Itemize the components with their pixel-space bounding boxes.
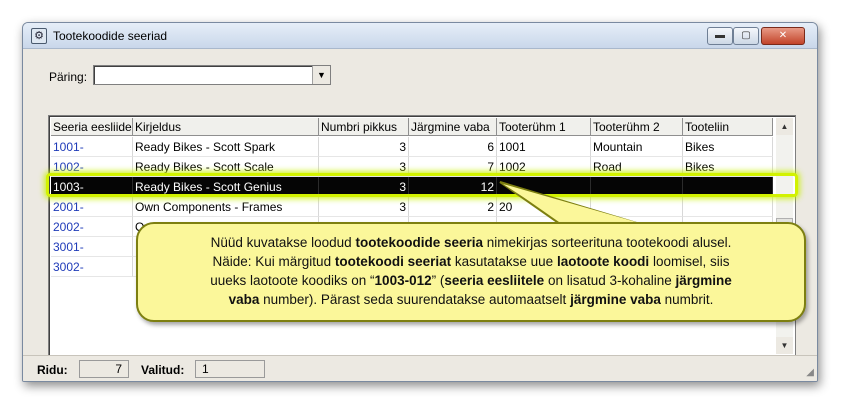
window-title: Tootekoodide seeriad bbox=[53, 29, 168, 43]
table-row-selected[interactable]: 1003- Ready Bikes - Scott Genius 3 12 bbox=[51, 177, 777, 197]
callout-line-2: Näide: Kui märgitud tootekoodi seeriat k… bbox=[212, 254, 730, 269]
cell-product-line[interactable] bbox=[683, 197, 773, 217]
cell-description[interactable]: Own Components - Frames bbox=[133, 197, 319, 217]
cell-next-free[interactable]: 6 bbox=[409, 137, 497, 157]
close-button[interactable]: ✕ bbox=[761, 27, 805, 45]
cell-product-line[interactable] bbox=[683, 177, 773, 197]
selected-count-label: Valitud: bbox=[141, 363, 185, 377]
scroll-up-icon[interactable]: ▲ bbox=[776, 118, 793, 135]
cell-group1[interactable]: 1001 bbox=[497, 137, 591, 157]
col-header-next-free[interactable]: Järgmine vaba bbox=[409, 118, 497, 136]
resize-grip-icon[interactable]: ◢ bbox=[806, 367, 814, 378]
cell-prefix[interactable]: 3002- bbox=[51, 257, 133, 277]
rows-count-label: Ridu: bbox=[37, 363, 68, 377]
col-header-prefix[interactable]: Seeria eesliide bbox=[51, 118, 133, 136]
rows-count-value: 7 bbox=[79, 360, 129, 378]
cell-group1[interactable] bbox=[497, 177, 591, 197]
cell-group2[interactable]: Mountain bbox=[591, 137, 683, 157]
maximize-button[interactable]: ▢ bbox=[733, 27, 759, 45]
callout-line-1: Nüüd kuvatakse loodud tootekoodide seeri… bbox=[210, 235, 732, 250]
cell-group2[interactable] bbox=[591, 177, 683, 197]
cell-number-length[interactable]: 3 bbox=[319, 177, 409, 197]
cell-product-line[interactable]: Bikes bbox=[683, 157, 773, 177]
cell-prefix[interactable]: 1001- bbox=[51, 137, 133, 157]
cell-prefix[interactable]: 1003- bbox=[51, 177, 133, 197]
cell-number-length[interactable]: 3 bbox=[319, 197, 409, 217]
cell-group2[interactable] bbox=[591, 197, 683, 217]
table-row[interactable]: 2001- Own Components - Frames 3 2 20 bbox=[51, 197, 777, 217]
cell-next-free[interactable]: 7 bbox=[409, 157, 497, 177]
main-window: ⚙ Tootekoodide seeriad ▬ ▢ ✕ Päring: ▼ S… bbox=[22, 22, 818, 382]
app-icon: ⚙ bbox=[31, 28, 47, 44]
col-header-product-line[interactable]: Tooteliin bbox=[683, 118, 773, 136]
cell-number-length[interactable]: 3 bbox=[319, 157, 409, 177]
callout-line-3: uueks laotoote koodiks on “1003-012” (se… bbox=[210, 273, 732, 288]
chevron-down-icon[interactable]: ▼ bbox=[312, 66, 330, 84]
cell-group2[interactable]: Road bbox=[591, 157, 683, 177]
col-header-group1[interactable]: Tooterühm 1 bbox=[497, 118, 591, 136]
info-callout: Nüüd kuvatakse loodud tootekoodide seeri… bbox=[136, 222, 806, 322]
table-row[interactable]: 1001- Ready Bikes - Scott Spark 3 6 1001 Moun… bbox=[51, 137, 777, 157]
cell-next-free[interactable]: 12 bbox=[409, 177, 497, 197]
query-label: Päring: bbox=[49, 70, 88, 84]
cell-description[interactable]: Ready Bikes - Scott Genius bbox=[133, 177, 319, 197]
cell-product-line[interactable]: Bikes bbox=[683, 137, 773, 157]
cell-group1[interactable]: 20 bbox=[497, 197, 591, 217]
cell-next-free[interactable]: 2 bbox=[409, 197, 497, 217]
cell-prefix[interactable]: 2001- bbox=[51, 197, 133, 217]
title-bar[interactable]: ⚙ Tootekoodide seeriad ▬ ▢ ✕ bbox=[23, 23, 817, 49]
col-header-description[interactable]: Kirjeldus bbox=[133, 118, 319, 136]
col-header-number-length[interactable]: Numbri pikkus bbox=[319, 118, 409, 136]
cell-number-length[interactable]: 3 bbox=[319, 137, 409, 157]
callout-line-4: vaba number). Pärast seda suurendatakse … bbox=[228, 292, 714, 307]
cell-prefix[interactable]: 2002- bbox=[51, 217, 133, 237]
cell-prefix[interactable]: 3001- bbox=[51, 237, 133, 257]
status-bar: Ridu: 7 Valitud: 1 ◢ bbox=[23, 355, 817, 381]
cell-group1[interactable]: 1002 bbox=[497, 157, 591, 177]
cell-description[interactable]: Ready Bikes - Scott Spark bbox=[133, 137, 319, 157]
cell-prefix[interactable]: 1002- bbox=[51, 157, 133, 177]
table-row[interactable]: 1002- Ready Bikes - Scott Scale 3 7 1002 Road… bbox=[51, 157, 777, 177]
scroll-down-icon[interactable]: ▼ bbox=[776, 337, 793, 354]
col-header-group2[interactable]: Tooterühm 2 bbox=[591, 118, 683, 136]
cell-description[interactable]: Ready Bikes - Scott Scale bbox=[133, 157, 319, 177]
selected-count-value: 1 bbox=[195, 360, 265, 378]
query-select[interactable]: ▼ bbox=[93, 65, 331, 85]
minimize-button[interactable]: ▬ bbox=[707, 27, 733, 45]
